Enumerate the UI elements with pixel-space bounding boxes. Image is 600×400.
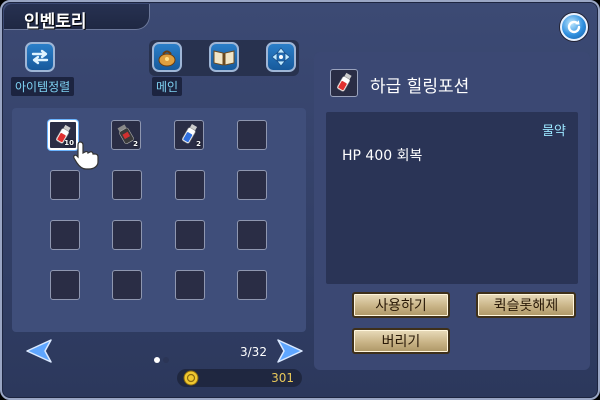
item-effect: HP 400 회복 <box>342 148 423 164</box>
item-slot[interactable] <box>237 270 267 300</box>
gold-amount: 301 <box>271 371 294 385</box>
item-slot[interactable] <box>237 170 267 200</box>
title-tab: 인벤토리 <box>4 4 150 32</box>
bag-icon <box>158 50 176 67</box>
item-slot[interactable]: 2 <box>174 120 204 150</box>
item-slot[interactable] <box>175 170 205 200</box>
quickslot-release-button[interactable]: 퀵슬롯해제 <box>476 292 576 318</box>
item-slot[interactable] <box>175 270 205 300</box>
item-description-box: 물약 HP 400 회복 <box>326 112 578 284</box>
slot-quantity: 2 <box>133 140 138 148</box>
item-slot[interactable] <box>112 170 142 200</box>
use-button[interactable]: 사용하기 <box>352 292 450 318</box>
refresh-button[interactable] <box>560 13 588 41</box>
hand-pointer-icon <box>73 141 99 170</box>
item-name: 하급 힐링포션 <box>370 77 470 97</box>
item-detail-panel: 하급 힐링포션 물약 HP 400 회복 사용하기 퀵슬롯해제 버리기 <box>314 52 590 370</box>
coin-icon <box>183 370 199 386</box>
item-slot[interactable] <box>175 220 205 250</box>
main-label: 메인 <box>152 77 183 96</box>
page-dot <box>163 357 169 363</box>
item-category: 물약 <box>542 124 566 139</box>
book-icon <box>213 50 235 66</box>
discard-button[interactable]: 버리기 <box>352 328 450 354</box>
item-slot[interactable] <box>237 220 267 250</box>
next-page-button[interactable] <box>276 338 304 364</box>
item-slot[interactable] <box>50 170 80 200</box>
item-grid: 10 2 2 <box>12 108 306 332</box>
refresh-icon <box>567 20 581 34</box>
move-arrows-icon <box>271 47 291 67</box>
item-slot[interactable] <box>50 270 80 300</box>
sort-items-button[interactable] <box>25 42 55 72</box>
sort-items-label: 아이템정렬 <box>11 77 75 96</box>
window-title: 인벤토리 <box>24 12 87 32</box>
prev-page-button[interactable] <box>25 338 53 364</box>
page-dot-active <box>154 357 160 363</box>
red-potion-icon <box>336 72 352 92</box>
item-slot[interactable] <box>237 120 267 150</box>
item-slot[interactable] <box>112 270 142 300</box>
sort-arrows-icon <box>31 49 49 65</box>
inventory-count: 3/32 <box>240 345 267 359</box>
gold-bar: 301 <box>177 369 302 387</box>
item-slot[interactable]: 2 <box>111 120 141 150</box>
detail-item-icon-frame <box>330 69 358 97</box>
inventory-window: 인벤토리 아이템정렬 메인 10 2 2 3/32 301 하급 힐링포션 물약… <box>0 0 600 400</box>
page-dots <box>154 348 172 367</box>
book-button[interactable] <box>209 42 239 72</box>
main-bag-button[interactable] <box>152 42 182 72</box>
move-button[interactable] <box>266 42 296 72</box>
slot-quantity: 2 <box>196 140 201 148</box>
item-slot[interactable] <box>50 220 80 250</box>
item-slot[interactable] <box>112 220 142 250</box>
